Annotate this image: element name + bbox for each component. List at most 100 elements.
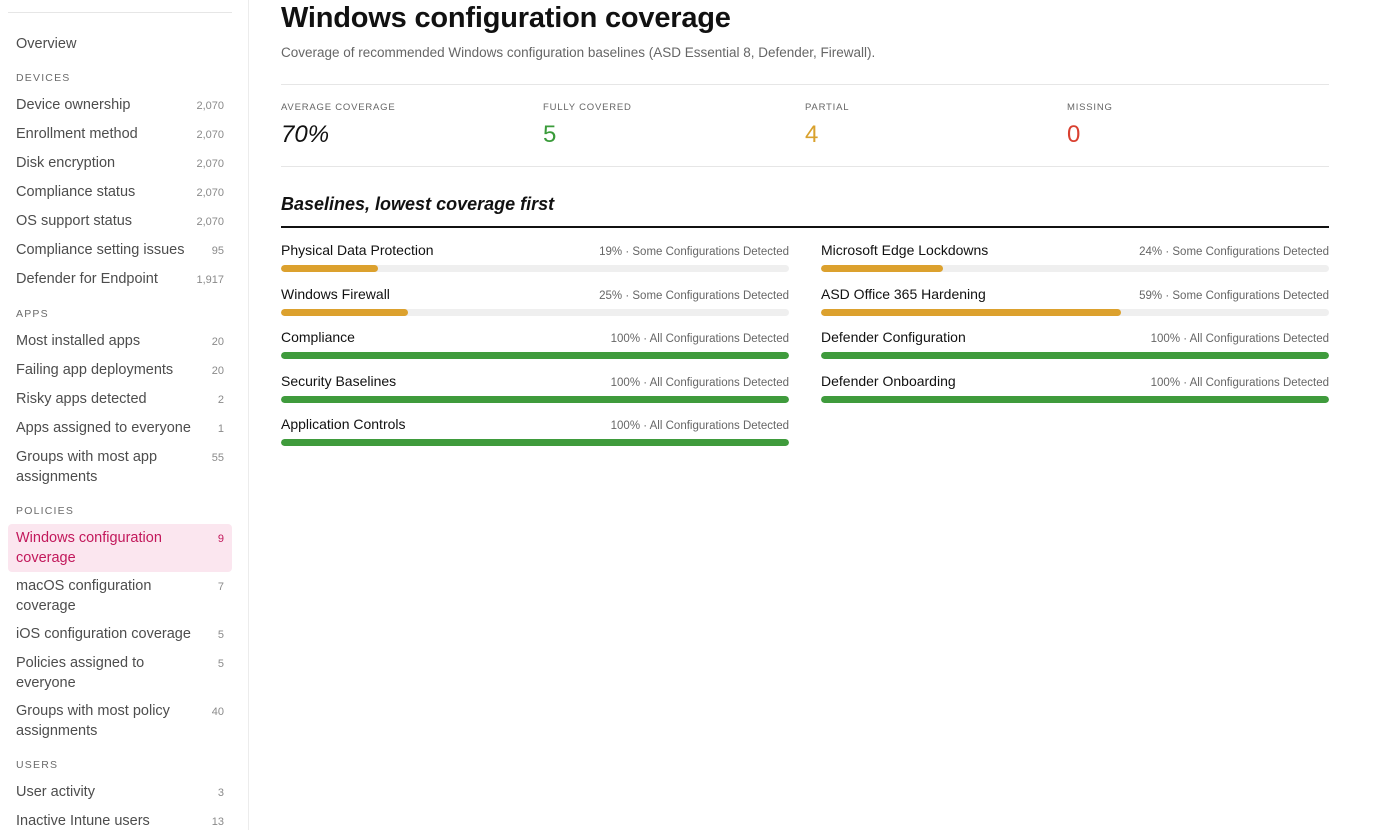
stat-average-coverage: AVERAGE COVERAGE 70% (281, 102, 543, 150)
summary-stats: AVERAGE COVERAGE 70% FULLY COVERED 5 PARTIAL… (281, 84, 1329, 167)
baseline-header: Defender Onboarding 100% · All Configurat… (821, 372, 1329, 391)
baseline-header: Security Baselines 100% · All Configurati… (281, 372, 789, 391)
sidebar-item-count: 20 (211, 336, 224, 348)
stat-value: 70% (281, 121, 330, 148)
sidebar-item-apps-assigned-to-everyone[interactable]: Apps assigned to everyone 1 (8, 414, 232, 443)
sidebar-item-label: Enrollment method (16, 126, 138, 142)
sidebar-item-label: Windows configuration coverage (16, 530, 162, 566)
sidebar-item-macos-configuration-coverage[interactable]: macOS configuration coverage 7 (8, 572, 232, 620)
coverage-bar-track (821, 352, 1329, 359)
coverage-bar-fill (281, 265, 378, 272)
sidebar-item-count: 20 (211, 365, 224, 377)
sidebar-item-compliance-status[interactable]: Compliance status 2,070 (8, 178, 232, 207)
baseline-header: Windows Firewall 25% · Some Configuration… (281, 285, 789, 304)
sidebar-item-count: 95 (211, 245, 224, 257)
baseline-name: Windows Firewall (281, 285, 390, 302)
sidebar: Overview DEVICES Device ownership 2,070 Enr… (0, 0, 249, 830)
sidebar-item-count: 1,917 (196, 274, 224, 286)
sidebar-item-enrollment-method[interactable]: Enrollment method 2,070 (8, 120, 232, 149)
baseline-coverage-text: 100% · All Configurations Detected (610, 420, 789, 432)
stat-value: 5 (543, 121, 557, 148)
stat-fully-covered: FULLY COVERED 5 (543, 102, 805, 150)
sidebar-item-count: 5 (217, 658, 224, 670)
baselines-grid: Physical Data Protection 19% · Some Confi… (281, 241, 1329, 446)
coverage-bar-track (281, 308, 789, 316)
baseline-header: Defender Configuration 100% · All Configu… (821, 328, 1329, 347)
coverage-bar-fill (821, 308, 1121, 316)
sidebar-item-defender-for-endpoint[interactable]: Defender for Endpoint 1,917 (8, 265, 232, 294)
coverage-bar-track (281, 265, 789, 272)
baseline-header: Compliance 100% · All Configurations Dete… (281, 328, 789, 347)
baseline-coverage-text: 59% · Some Configurations Detected (1139, 289, 1329, 302)
baseline-name: Defender Configuration (821, 329, 966, 345)
sidebar-item-count: 2,070 (196, 187, 224, 199)
sidebar-item-policies-assigned-to-everyone[interactable]: Policies assigned to everyone 5 (8, 649, 232, 697)
sidebar-item-ios-configuration-coverage[interactable]: iOS configuration coverage 5 (8, 620, 232, 649)
baseline-defender-configuration: Defender Configuration 100% · All Configu… (821, 328, 1329, 359)
baseline-name: Microsoft Edge Lockdowns (821, 242, 989, 258)
stat-label: PARTIAL (805, 102, 850, 113)
sidebar-item-groups-with-most-policy-assignments[interactable]: Groups with most policy assignments 40 (8, 697, 232, 745)
sidebar-item-device-ownership[interactable]: Device ownership 2,070 (8, 91, 232, 120)
sidebar-item-inactive-intune-users[interactable]: Inactive Intune users 13 (8, 807, 232, 830)
sidebar-item-windows-configuration-coverage[interactable]: Windows configuration coverage 9 (8, 524, 232, 572)
sidebar-item-compliance-setting-issues[interactable]: Compliance setting issues 95 (8, 236, 232, 265)
sidebar-item-overview[interactable]: Overview (8, 30, 232, 58)
sidebar-item-count: 55 (211, 452, 224, 464)
coverage-bar-fill (281, 308, 408, 316)
baseline-name: ASD Office 365 Hardening (821, 285, 986, 302)
baseline-coverage-text: 100% · All Configurations Detected (1150, 333, 1329, 345)
sidebar-item-label: Overview (16, 36, 77, 52)
sidebar-item-groups-with-most-app-assignments[interactable]: Groups with most app assignments 55 (8, 443, 232, 491)
main-content: Windows configuration coverage Coverage … (281, 0, 1329, 446)
baseline-header: Physical Data Protection 19% · Some Confi… (281, 241, 789, 260)
page-title: Windows configuration coverage (281, 2, 731, 34)
sidebar-item-count: 2,070 (196, 158, 224, 170)
sidebar-item-count: 2,070 (196, 129, 224, 141)
baseline-microsoft-edge-lockdowns: Microsoft Edge Lockdowns 24% · Some Confi… (821, 241, 1329, 272)
sidebar-item-label: iOS configuration coverage (16, 626, 191, 642)
coverage-bar-fill (821, 265, 943, 272)
baseline-coverage-text: 100% · All Configurations Detected (610, 376, 789, 389)
sidebar-section-heading: APPS (16, 308, 49, 320)
sidebar-item-label: Groups with most policy assignments (16, 703, 170, 739)
stat-value: 4 (805, 121, 819, 148)
sidebar-item-count: 7 (217, 581, 224, 593)
page-subtitle: Coverage of recommended Windows configur… (281, 45, 876, 60)
sidebar-item-label: Inactive Intune users (16, 813, 150, 829)
sidebar-item-user-activity[interactable]: User activity 3 (8, 778, 232, 807)
baseline-security-baselines: Security Baselines 100% · All Configurati… (281, 372, 789, 403)
sidebar-item-failing-app-deployments[interactable]: Failing app deployments 20 (8, 356, 232, 385)
baseline-coverage-text: 100% · All Configurations Detected (1150, 376, 1329, 389)
baseline-coverage-text: 100% · All Configurations Detected (610, 333, 789, 345)
sidebar-item-disk-encryption[interactable]: Disk encryption 2,070 (8, 149, 232, 178)
coverage-bar-fill (281, 439, 789, 446)
baseline-name: Application Controls (281, 416, 406, 432)
section-title: Baselines, lowest coverage first (281, 193, 1329, 228)
baseline-coverage-text: 24% · Some Configurations Detected (1139, 246, 1329, 258)
sidebar-item-most-installed-apps[interactable]: Most installed apps 20 (8, 327, 232, 356)
sidebar-divider (8, 12, 232, 13)
sidebar-item-count: 9 (217, 533, 224, 545)
sidebar-item-count: 2 (217, 394, 224, 406)
sidebar-item-os-support-status[interactable]: OS support status 2,070 (8, 207, 232, 236)
baseline-coverage-text: 19% · Some Configurations Detected (599, 246, 789, 258)
sidebar-item-label: Disk encryption (16, 155, 116, 171)
sidebar-item-count: 2,070 (196, 216, 224, 228)
sidebar-item-label: Device ownership (16, 97, 131, 113)
sidebar-item-label: Apps assigned to everyone (16, 420, 191, 436)
sidebar-item-label: Failing app deployments (16, 362, 174, 378)
stat-missing: MISSING 0 (1067, 102, 1329, 150)
sidebar-item-count: 13 (211, 816, 224, 828)
sidebar-item-risky-apps-detected[interactable]: Risky apps detected 2 (8, 385, 232, 414)
stat-label: MISSING (1067, 102, 1113, 113)
sidebar-item-count: 2,070 (196, 100, 224, 112)
sidebar-item-label: macOS configuration coverage (16, 578, 152, 614)
sidebar-item-count: 1 (217, 423, 224, 435)
baseline-windows-firewall: Windows Firewall 25% · Some Configuration… (281, 285, 789, 316)
sidebar-item-count: 5 (217, 629, 224, 641)
stat-label: FULLY COVERED (543, 102, 632, 113)
